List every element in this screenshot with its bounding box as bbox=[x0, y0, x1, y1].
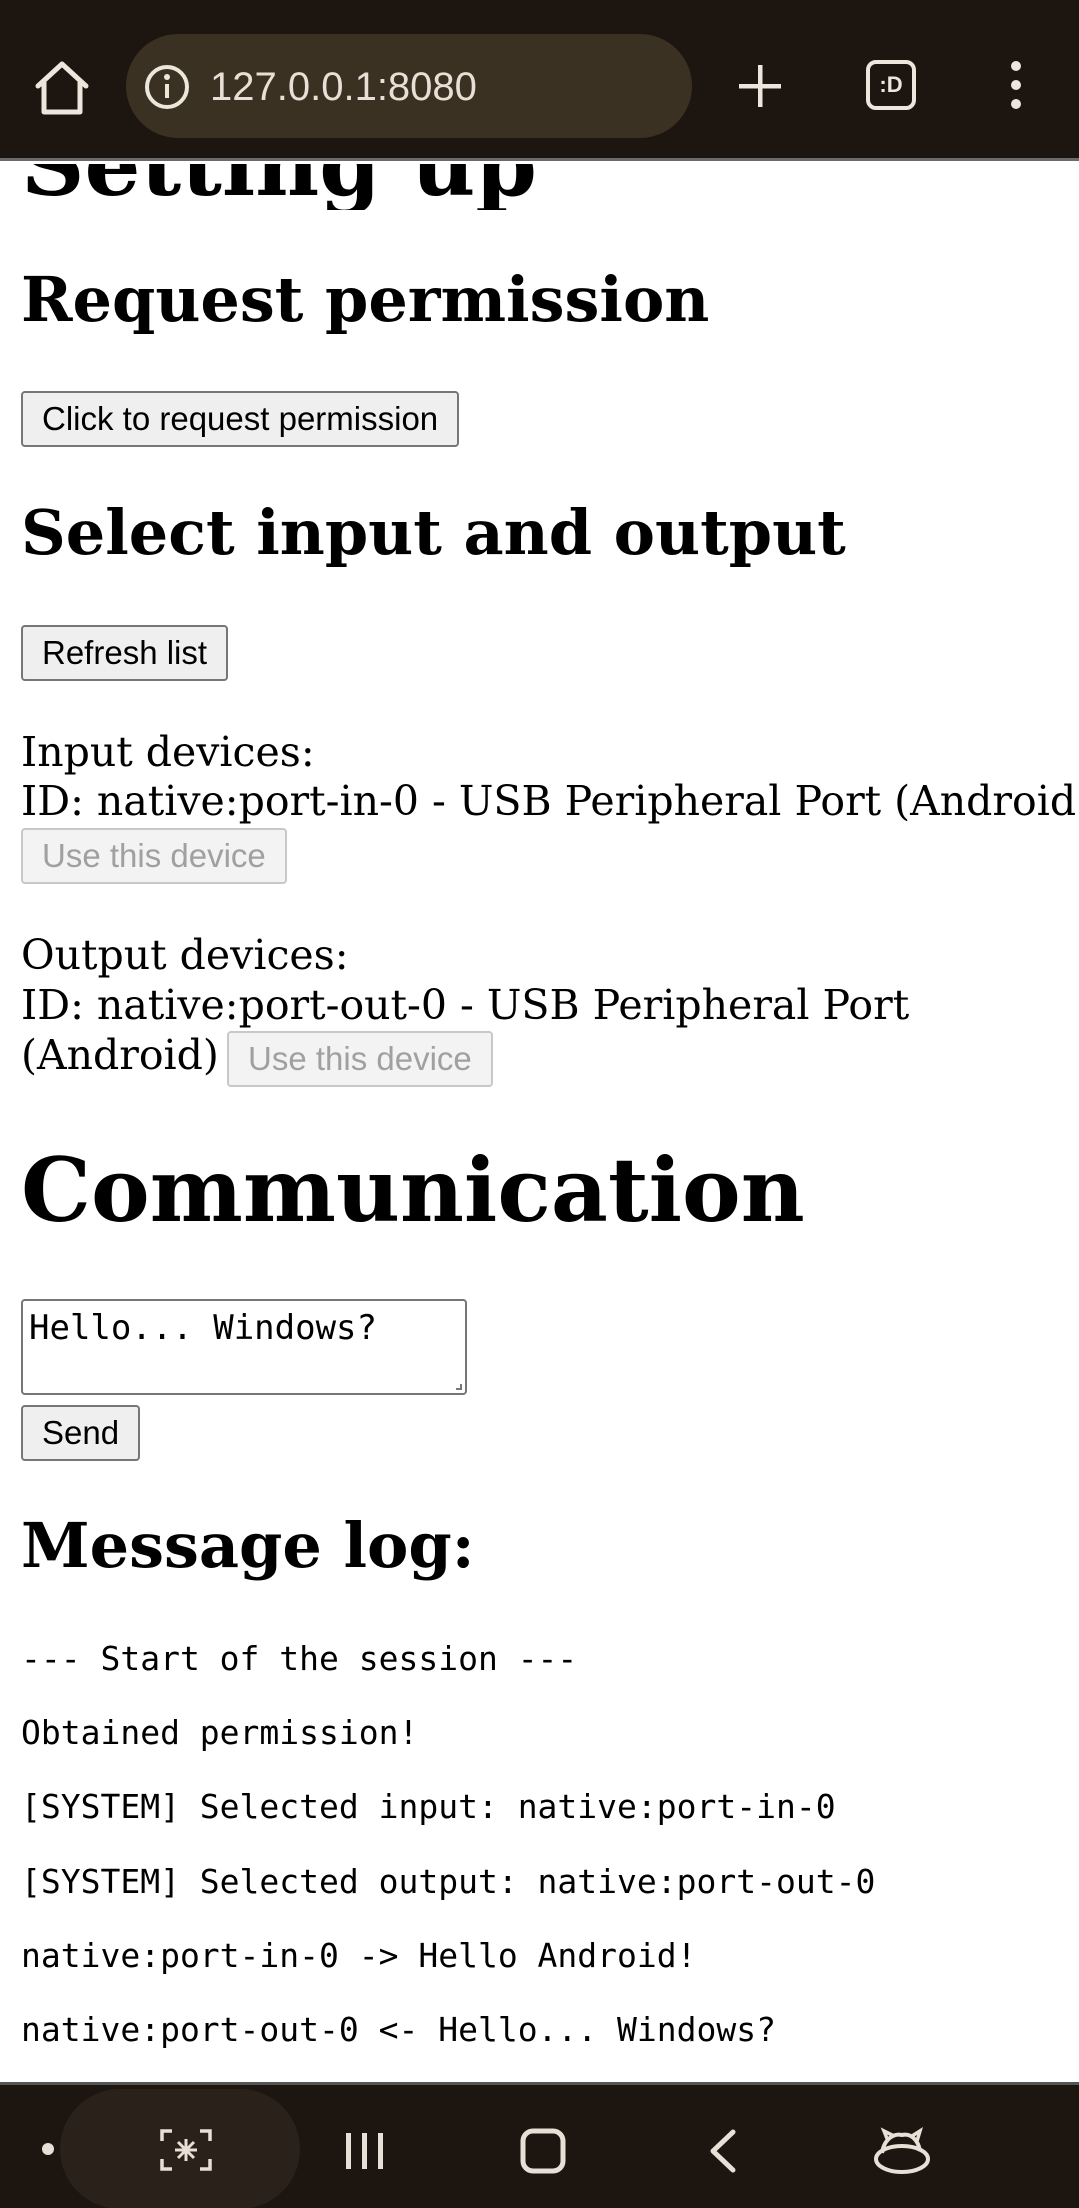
log-line: native:port-out-0 <- Hello... Windows? bbox=[21, 2010, 776, 2049]
home-nav-icon[interactable] bbox=[520, 2128, 566, 2174]
log-line: Obtained permission! bbox=[21, 1713, 419, 1752]
setup-heading: Setting up bbox=[21, 164, 537, 210]
use-output-device-button[interactable]: Use this device bbox=[227, 1031, 493, 1087]
tab-switcher-button[interactable]: :D bbox=[866, 60, 916, 110]
send-button[interactable]: Send bbox=[21, 1405, 141, 1461]
refresh-list-button[interactable]: Refresh list bbox=[21, 625, 229, 681]
request-permission-heading: Request permission bbox=[21, 263, 710, 336]
message-text: Hello... Windows? bbox=[29, 1308, 377, 1348]
new-tab-icon[interactable] bbox=[736, 62, 784, 110]
output-device-id-cont: (Android) bbox=[21, 1031, 219, 1079]
message-textarea[interactable]: Hello... Windows? bbox=[21, 1299, 467, 1395]
system-navigation-bar bbox=[0, 2082, 1079, 2208]
capture-icon[interactable] bbox=[158, 2127, 214, 2173]
browser-toolbar: 127.0.0.1:8080 :D bbox=[0, 0, 1079, 161]
use-input-device-button[interactable]: Use this device bbox=[21, 828, 287, 884]
log-line: --- Start of the session --- bbox=[21, 1639, 578, 1678]
output-device-id: ID: native:port-out-0 - USB Peripheral P… bbox=[21, 981, 910, 1029]
log-line: [SYSTEM] Selected output: native:port-ou… bbox=[21, 1862, 876, 1901]
request-permission-button[interactable]: Click to request permission bbox=[21, 391, 460, 447]
home-icon[interactable] bbox=[30, 56, 94, 120]
log-line: native:port-in-0 -> Hello Android! bbox=[21, 1936, 697, 1975]
select-io-heading: Select input and output bbox=[21, 496, 846, 569]
output-devices-label: Output devices: bbox=[21, 931, 349, 979]
indicator-dot bbox=[42, 2143, 54, 2155]
back-icon[interactable] bbox=[706, 2128, 738, 2174]
more-options-icon[interactable] bbox=[1006, 60, 1026, 110]
input-device-id: ID: native:port-in-0 - USB Peripheral Po… bbox=[21, 777, 1079, 825]
url-text[interactable]: 127.0.0.1:8080 bbox=[210, 64, 477, 110]
capture-button-pill[interactable] bbox=[60, 2089, 300, 2208]
communication-heading: Communication bbox=[21, 1138, 805, 1242]
recent-apps-icon[interactable] bbox=[344, 2131, 386, 2171]
input-devices-label: Input devices: bbox=[21, 728, 315, 776]
log-line: [SYSTEM] Selected input: native:port-in-… bbox=[21, 1787, 836, 1826]
cat-bowl-icon[interactable] bbox=[872, 2123, 932, 2177]
info-icon[interactable] bbox=[144, 64, 190, 110]
message-log-heading: Message log: bbox=[21, 1509, 475, 1582]
resize-handle[interactable] bbox=[456, 1384, 462, 1390]
address-bar[interactable]: 127.0.0.1:8080 bbox=[126, 34, 692, 138]
